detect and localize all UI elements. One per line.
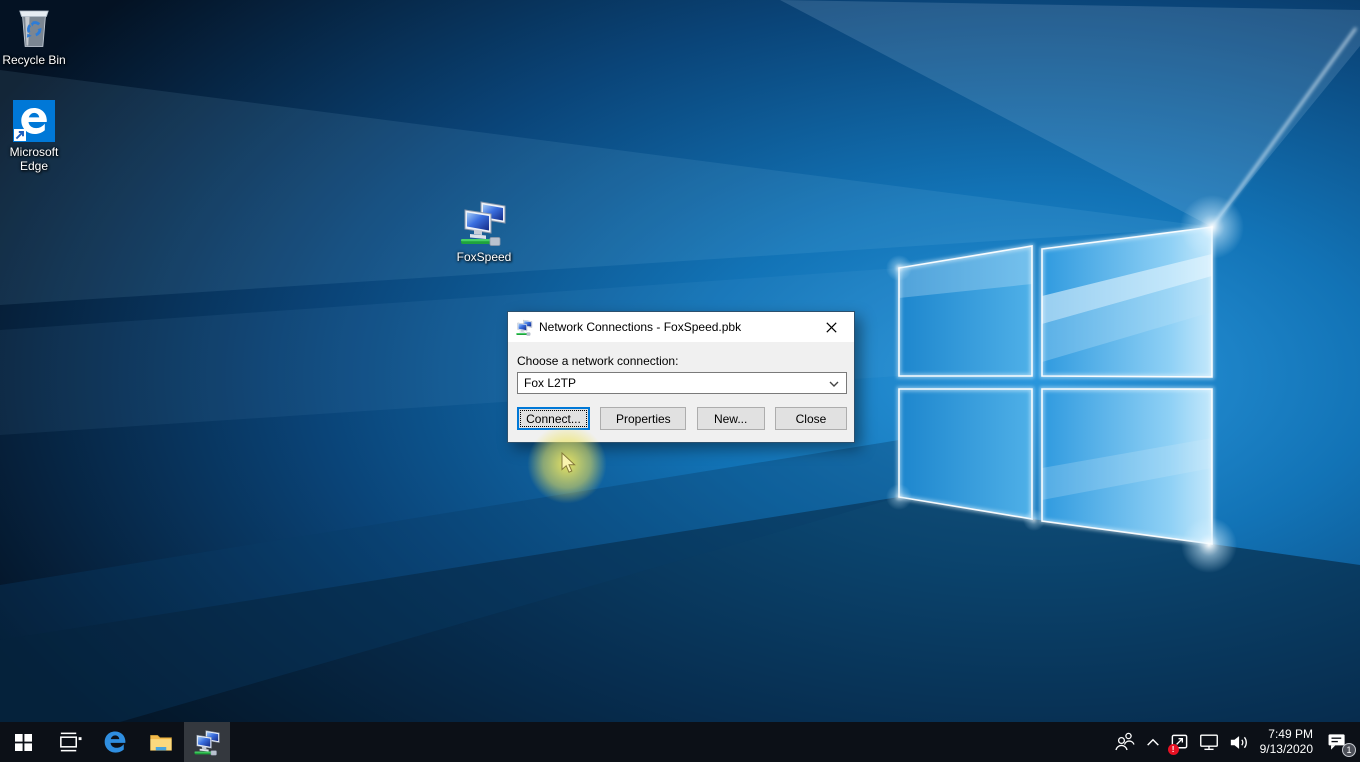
dialog-button-row: Connect... Properties New... Close [517, 407, 847, 430]
taskbar: ! 7:49 PM 9/13/2020 [0, 722, 1360, 762]
recycle-bin-icon [12, 4, 56, 50]
system-tray: ! 7:49 PM 9/13/2020 [1114, 722, 1360, 762]
show-hidden-icons-button[interactable] [1145, 735, 1161, 749]
start-button[interactable] [0, 722, 46, 762]
network-connections-dialog: Network Connections - FoxSpeed.pbk Choos… [507, 311, 855, 443]
dialog-title: Network Connections - FoxSpeed.pbk [539, 320, 809, 334]
security-notification-button[interactable]: ! [1170, 733, 1189, 752]
new-button[interactable]: New... [697, 407, 765, 430]
desktop-icon-label: Recycle Bin [2, 53, 65, 67]
chevron-up-icon [1145, 735, 1161, 749]
desktop-icon-recycle-bin[interactable]: Recycle Bin [1, 4, 67, 67]
security-alert-badge: ! [1168, 744, 1179, 755]
network-connections-icon [516, 319, 533, 336]
network-status-button[interactable] [1198, 733, 1220, 751]
edge-icon [13, 100, 55, 142]
taskbar-edge-button[interactable] [92, 722, 138, 762]
people-button[interactable] [1114, 731, 1136, 753]
dialog-body: Choose a network connection: Fox L2TP Co… [508, 342, 854, 430]
taskbar-left [0, 722, 230, 762]
taskbar-network-connections-button[interactable] [184, 722, 230, 762]
people-icon [1114, 731, 1136, 753]
notification-count-badge: 1 [1342, 743, 1356, 757]
desktop-icon-microsoft-edge[interactable]: Microsoft Edge [1, 100, 67, 173]
dialog-titlebar[interactable]: Network Connections - FoxSpeed.pbk [508, 312, 854, 342]
action-center-button[interactable]: 1 [1322, 731, 1352, 753]
connect-button[interactable]: Connect... [517, 407, 590, 430]
combobox-value: Fox L2TP [524, 376, 576, 390]
shortcut-arrow-icon [14, 129, 26, 141]
desktop-icon-label: FoxSpeed [457, 250, 512, 264]
chevron-down-icon [829, 381, 839, 387]
close-button[interactable] [809, 312, 854, 342]
windows-logo-icon [15, 734, 32, 751]
desktop[interactable]: Recycle Bin Microsoft Edge FoxSpeed [0, 0, 1360, 722]
volume-button[interactable] [1229, 733, 1251, 752]
properties-button[interactable]: Properties [600, 407, 686, 430]
mouse-cursor [561, 452, 576, 474]
edge-icon [102, 729, 128, 755]
network-connections-icon [194, 729, 221, 756]
desktop-icon-foxspeed[interactable]: FoxSpeed [451, 199, 517, 264]
clock-date: 9/13/2020 [1260, 742, 1313, 757]
taskbar-file-explorer-button[interactable] [138, 722, 184, 762]
desktop-icon-label: Microsoft Edge [1, 145, 67, 173]
file-explorer-icon [149, 732, 173, 753]
clock-time: 7:49 PM [1268, 727, 1313, 742]
windows-desktop-screen: Recycle Bin Microsoft Edge FoxSpeed [0, 0, 1360, 762]
close-dialog-button[interactable]: Close [775, 407, 847, 430]
network-tray-icon [1198, 733, 1220, 751]
task-view-icon [57, 731, 82, 753]
close-icon [826, 322, 837, 333]
network-connection-prompt: Choose a network connection: [517, 354, 845, 368]
task-view-button[interactable] [46, 722, 92, 762]
network-connections-icon [460, 199, 508, 247]
taskbar-clock[interactable]: 7:49 PM 9/13/2020 [1260, 727, 1313, 757]
volume-icon [1229, 733, 1251, 752]
network-connection-select[interactable]: Fox L2TP [517, 372, 847, 394]
